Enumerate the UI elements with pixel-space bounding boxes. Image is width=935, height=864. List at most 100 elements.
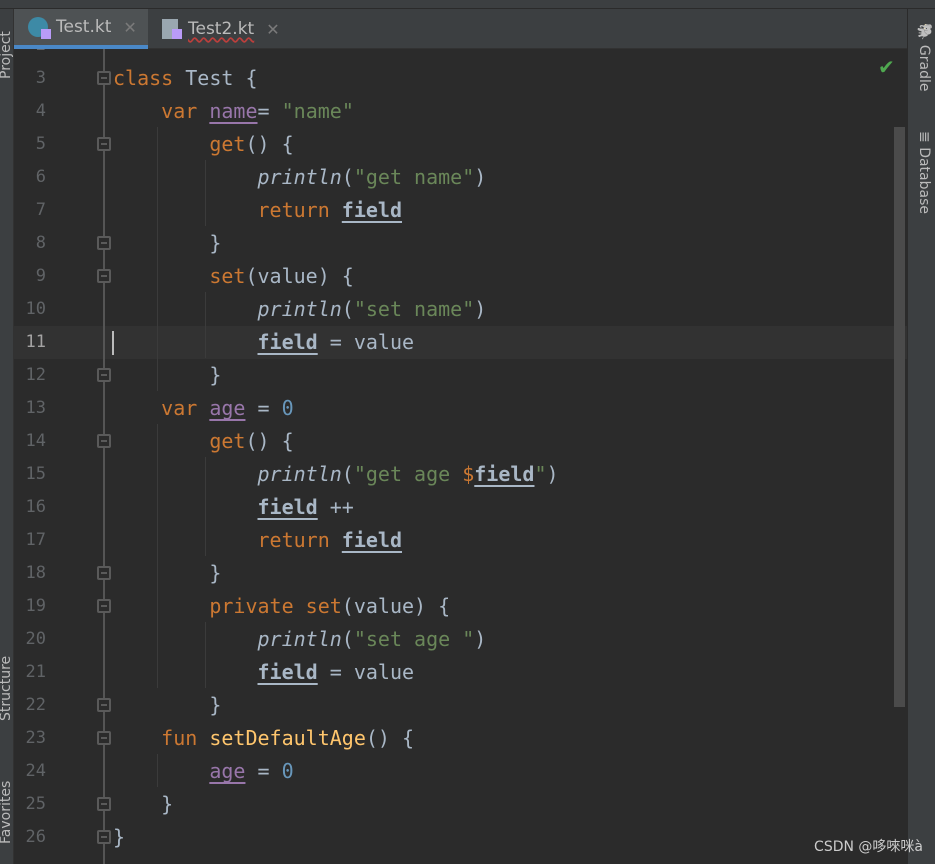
code-line[interactable]: 5 get() { — [14, 128, 907, 161]
code-text: fun setDefaultAge() { — [113, 722, 414, 755]
fold-toggle-icon[interactable] — [97, 269, 111, 283]
code-line[interactable]: 8 } — [14, 227, 907, 260]
code-text: } — [113, 821, 125, 854]
code-line[interactable]: 26} — [14, 821, 907, 854]
checkmark-icon[interactable]: ✔ — [878, 55, 895, 79]
code-line[interactable]: 9 set(value) { — [14, 260, 907, 293]
code-token: return — [257, 528, 330, 552]
code-token: (value) { — [341, 594, 451, 618]
watermark: CSDN @哆唻咪à — [814, 839, 923, 855]
kotlin-class-icon — [28, 17, 51, 39]
fold-toggle-icon[interactable] — [97, 368, 111, 382]
code-token: ) — [474, 165, 487, 189]
code-token: } — [113, 825, 126, 849]
code-line[interactable]: 7 return field — [14, 194, 907, 227]
code-line[interactable]: 11 field = value — [14, 326, 907, 359]
code-text: println("set name") — [113, 293, 487, 326]
code-text: } — [113, 788, 173, 821]
tool-project[interactable]: Project — [0, 31, 14, 79]
code-text: get() { — [113, 128, 293, 161]
line-number: 12 — [25, 365, 46, 385]
fold-toggle-icon[interactable] — [97, 71, 111, 85]
fold-toggle-icon[interactable] — [97, 566, 111, 580]
tab-test-kt[interactable]: Test.kt ✕ — [14, 9, 148, 49]
line-number: 25 — [25, 794, 46, 814]
code-line[interactable]: 20 println("set age ") — [14, 623, 907, 656]
line-number: 2 — [14, 49, 46, 62]
code-line[interactable]: 6 println("get name") — [14, 161, 907, 194]
fold-toggle-icon[interactable] — [97, 434, 111, 448]
line-number: 8 — [35, 233, 46, 253]
code-line[interactable]: 21 field = value — [14, 656, 907, 689]
line-number: 26 — [25, 827, 46, 847]
fold-toggle-icon[interactable] — [97, 698, 111, 712]
code-line[interactable]: 16 field ++ — [14, 491, 907, 524]
code-token: = value — [317, 660, 415, 684]
code-token: 0 — [281, 396, 294, 420]
tool-gradle[interactable]: 🐘 Gradle — [916, 23, 932, 91]
code-token: name — [209, 99, 258, 123]
fold-toggle-icon[interactable] — [97, 236, 111, 250]
line-number: 13 — [25, 398, 46, 418]
close-icon[interactable]: ✕ — [123, 18, 136, 37]
code-line[interactable]: 12 } — [14, 359, 907, 392]
code-token: = — [245, 759, 282, 783]
close-icon[interactable]: ✕ — [266, 20, 279, 39]
code-token: println — [257, 462, 342, 486]
code-line[interactable]: 15 println("get age $field") — [14, 458, 907, 491]
code-token: class — [113, 66, 174, 90]
code-line[interactable]: 2 — [14, 49, 907, 62]
code-token: "set age " — [353, 627, 475, 651]
tool-database[interactable]: ≣ Database — [916, 131, 932, 214]
code-token: = value — [317, 330, 415, 354]
code-line[interactable]: 25 } — [14, 788, 907, 821]
code-line[interactable]: 17 return field — [14, 524, 907, 557]
tab-test2-kt[interactable]: Test2.kt ✕ — [148, 9, 288, 49]
code-token: private — [209, 594, 294, 618]
code-line[interactable]: 13 var age = 0 — [14, 392, 907, 425]
code-line[interactable]: 22 } — [14, 689, 907, 722]
code-line[interactable]: 4 var name= "name" — [14, 95, 907, 128]
code-line[interactable]: 19 private set(value) { — [14, 590, 907, 623]
fold-toggle-icon[interactable] — [97, 830, 111, 844]
code-editor[interactable]: 23class Test {4 var name= "name"5 get() … — [14, 49, 907, 864]
code-token: ) — [474, 627, 487, 651]
code-token: " — [534, 462, 547, 486]
code-line[interactable]: 18 } — [14, 557, 907, 590]
code-line[interactable]: 23 fun setDefaultAge() { — [14, 722, 907, 755]
code-line[interactable]: 3 class Test { — [14, 62, 907, 95]
line-number: 11 — [25, 332, 46, 352]
gradle-icon: 🐘 — [916, 23, 932, 45]
code-token: age — [209, 396, 246, 420]
tool-structure[interactable]: Structure — [0, 656, 14, 721]
code-token: age — [209, 759, 246, 783]
indent-guide — [157, 424, 158, 688]
fold-toggle-icon[interactable] — [97, 599, 111, 613]
fold-toggle-icon[interactable] — [97, 137, 111, 151]
code-token: Test { — [173, 66, 258, 90]
code-token: field — [257, 495, 318, 519]
vertical-scrollbar[interactable] — [894, 127, 905, 707]
fold-toggle-icon[interactable] — [97, 731, 111, 745]
code-text: println("get name") — [113, 161, 487, 194]
title-bar — [0, 0, 935, 9]
fold-toggle-icon[interactable] — [97, 797, 111, 811]
tool-favorites[interactable]: Favorites — [0, 781, 14, 844]
code-token: field — [257, 330, 318, 354]
indent-guide — [205, 622, 206, 688]
code-token: } — [113, 363, 222, 387]
code-token: () { — [245, 429, 294, 453]
code-line[interactable]: 10 println("set name") — [14, 293, 907, 326]
code-token: "get name" — [353, 165, 475, 189]
indent-guide — [157, 754, 158, 787]
code-line[interactable]: 14 get() { — [14, 425, 907, 458]
code-line[interactable]: 24 age = 0 — [14, 755, 907, 788]
code-token: ++ — [317, 495, 354, 519]
